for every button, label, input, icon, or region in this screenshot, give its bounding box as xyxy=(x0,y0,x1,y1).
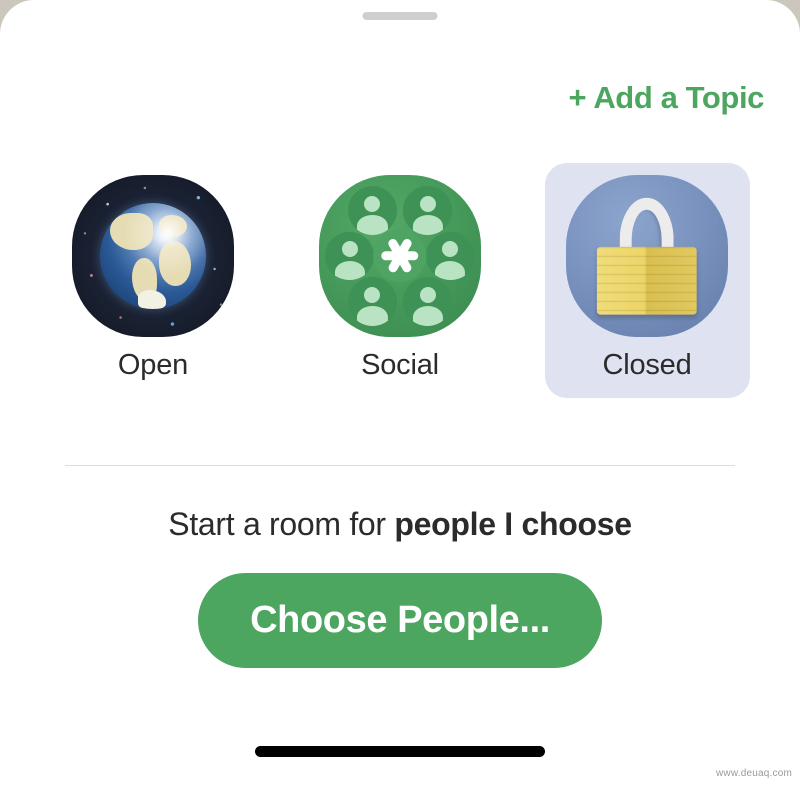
people-ring-icon xyxy=(319,175,481,337)
watermark: www.deuaq.com xyxy=(716,768,792,779)
padlock-icon xyxy=(566,175,728,337)
option-social-label: Social xyxy=(361,349,439,381)
add-topic-button[interactable]: + Add a Topic xyxy=(569,80,765,116)
sheet-drag-handle[interactable] xyxy=(362,12,438,20)
option-closed[interactable]: Closed xyxy=(544,163,750,398)
option-closed-label: Closed xyxy=(602,349,692,381)
start-room-prefix: Start a room for xyxy=(168,506,395,542)
choose-people-button[interactable]: Choose People... xyxy=(198,573,602,668)
option-social[interactable]: Social xyxy=(298,163,503,398)
asterisk-icon xyxy=(373,229,427,283)
option-open-label: Open xyxy=(117,349,189,381)
start-room-emphasis: people I choose xyxy=(394,506,632,542)
section-divider xyxy=(65,465,735,466)
room-settings-sheet: + Add a Topic Open Social Closed Start a… xyxy=(0,0,800,785)
option-open[interactable]: Open xyxy=(51,163,256,398)
room-privacy-options: Open Social Closed xyxy=(0,163,800,398)
home-indicator[interactable] xyxy=(255,746,545,757)
globe-icon xyxy=(72,175,234,337)
start-room-description: Start a room for people I choose xyxy=(0,506,800,543)
